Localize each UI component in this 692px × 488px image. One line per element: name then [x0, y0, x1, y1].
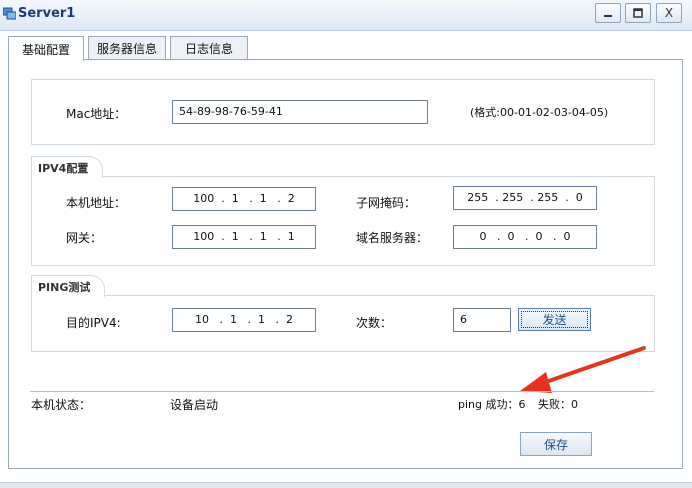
ping-count-input[interactable]: 6 — [453, 308, 511, 332]
dns-server-label: 域名服务器： — [356, 231, 429, 245]
minimize-icon — [604, 15, 612, 17]
annotation-arrow — [520, 346, 646, 393]
mac-label: Mac地址： — [66, 107, 127, 121]
status-divider — [30, 391, 654, 392]
save-button[interactable]: 保存 — [520, 432, 592, 456]
ping-success-count: ping 成功：6 — [458, 398, 526, 411]
close-label: X — [664, 6, 674, 20]
gateway-input[interactable]: 100 . 1 . 1 . 1 — [172, 225, 316, 249]
tab-label: 基础配置 — [21, 42, 70, 57]
tab-strip: 基础配置 服务器信息 日志信息 — [0, 36, 692, 61]
send-button[interactable]: 发送 — [518, 308, 591, 331]
mac-address-input[interactable]: 54-89-98-76-59-41 — [172, 100, 428, 124]
target-ipv4-input[interactable]: 10 . 1 . 1 . 2 — [172, 308, 316, 332]
ping-count-label: 次数： — [356, 316, 393, 330]
target-ipv4-label: 目的IPV4: — [66, 316, 121, 330]
maximize-button[interactable] — [625, 3, 651, 23]
mac-format-hint: (格式:00-01-02-03-04-05) — [470, 106, 609, 119]
gateway-label: 网关： — [66, 231, 103, 245]
tab-label: 日志信息 — [184, 41, 233, 56]
device-status-label: 本机状态： — [31, 398, 92, 412]
subnet-mask-label: 子网掩码： — [356, 196, 417, 210]
save-button-label: 保存 — [543, 437, 568, 452]
ipv4-group-title: IPV4配置 — [31, 156, 103, 178]
tab-basic-config[interactable]: 基础配置 — [8, 36, 84, 61]
local-address-input[interactable]: 100 . 1 . 1 . 2 — [172, 187, 316, 211]
window-title: Server1 — [18, 6, 76, 21]
device-status-value: 设备启动 — [170, 398, 219, 412]
minimize-button[interactable] — [595, 3, 621, 23]
server-app-icon — [3, 7, 16, 20]
send-button-label: 发送 — [542, 313, 567, 327]
window-bottom-border — [0, 482, 692, 488]
tab-log-info[interactable]: 日志信息 — [170, 36, 248, 59]
ping-fail-count: 失败：0 — [538, 398, 578, 411]
close-button[interactable]: X — [656, 3, 682, 23]
title-bar: Server1 X — [0, 0, 692, 31]
subnet-mask-input[interactable]: 255 . 255 . 255 . 0 — [453, 186, 597, 210]
local-address-label: 本机地址： — [66, 196, 127, 210]
tab-server-info[interactable]: 服务器信息 — [88, 36, 166, 59]
ping-group-title: PING测试 — [31, 275, 105, 297]
tab-label: 服务器信息 — [96, 41, 157, 56]
maximize-icon — [633, 8, 643, 18]
dns-server-input[interactable]: 0 . 0 . 0 . 0 — [453, 225, 597, 249]
